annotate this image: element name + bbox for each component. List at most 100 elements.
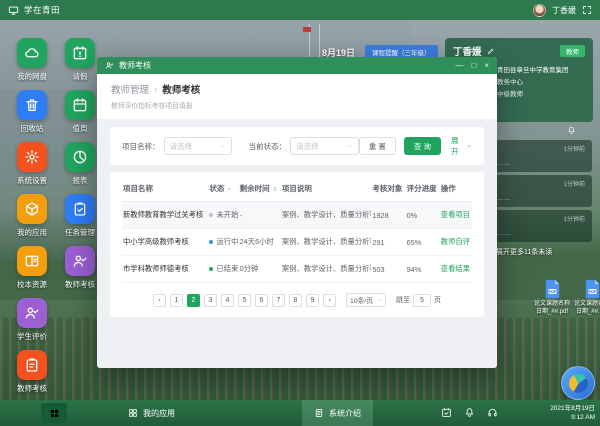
desktop-icon-my-cloud-drive[interactable]: 我的网盘 xyxy=(10,38,54,82)
cell-progress: 94% xyxy=(406,256,440,283)
expand-filters-link[interactable]: 展开 xyxy=(451,135,472,157)
pie-icon xyxy=(65,142,95,172)
page-button-9[interactable]: 9 xyxy=(306,294,319,307)
cell-progress: 65% xyxy=(406,229,440,256)
sort-icon[interactable] xyxy=(404,186,405,192)
column-header[interactable]: 评分进度 xyxy=(406,176,440,202)
cell-description: 案例、教学设计、质量分析等... xyxy=(281,202,372,229)
profile-dept: 教务中心 xyxy=(497,78,569,88)
svg-text:PDF: PDF xyxy=(588,290,596,294)
taskbar-item-my-apps[interactable]: 我的应用 xyxy=(116,400,187,426)
taskbar-item-system-intro[interactable]: 系统介绍 xyxy=(302,400,373,426)
per-page-select[interactable]: 10条/页 xyxy=(346,293,386,307)
desktop-icon-system-settings[interactable]: 系统设置 xyxy=(10,142,54,186)
document-icon xyxy=(314,408,324,418)
headphones-icon[interactable] xyxy=(487,407,498,418)
taskbar-clock: 2021年8月19日 9:12 AM xyxy=(550,404,595,422)
page-button-6[interactable]: 6 xyxy=(255,294,268,307)
assessment-table: 项目名称状态剩余时间项目说明考核对象评分进度操作 新教师教育教学过关考核未开始-… xyxy=(122,176,472,283)
breadcrumb: 教师管理 › 教师考核 xyxy=(111,82,483,96)
page-button-1[interactable]: 1 xyxy=(170,294,183,307)
next-page-button[interactable]: › xyxy=(323,294,336,307)
breadcrumb-parent[interactable]: 教师管理 xyxy=(111,82,149,96)
page-button-4[interactable]: 4 xyxy=(221,294,234,307)
page-button-7[interactable]: 7 xyxy=(272,294,285,307)
page-button-2[interactable]: 2 xyxy=(187,294,200,307)
desktop-icon-teacher-assessment[interactable]: 教师考核 xyxy=(58,246,102,290)
calendar-check-icon[interactable] xyxy=(441,407,452,418)
filter-icon[interactable] xyxy=(226,186,232,192)
status-select[interactable]: 请选择 xyxy=(290,137,359,155)
cell-remaining-time: - xyxy=(239,202,281,229)
desktop-file-pdf[interactable]: PDF 论文课题名称日期_##.pdf xyxy=(532,279,572,317)
column-header[interactable]: 剩余时间 xyxy=(239,176,281,202)
browser-logo[interactable] xyxy=(561,366,595,400)
cell-status: 运行中 xyxy=(208,229,238,256)
desktop-icon-duty-week[interactable]: 值周 xyxy=(58,90,102,134)
project-name-select[interactable]: 请选择 xyxy=(164,137,233,155)
expand-unread-link[interactable]: 展开更多11条未读 xyxy=(496,247,592,257)
file-name: 论文课题名称日期_##.pdf xyxy=(534,301,570,317)
table-row: 中小学高级教师考核运行中24天6小时案例、教学设计、质量分析等...29165%… xyxy=(122,229,472,256)
jump-suffix: 页 xyxy=(434,295,441,305)
maximize-button[interactable]: □ xyxy=(471,62,476,70)
trash-icon xyxy=(17,90,47,120)
action-link[interactable]: 教师自评 xyxy=(441,237,470,246)
page-button-3[interactable]: 3 xyxy=(204,294,217,307)
status-label: 当前状态： xyxy=(249,141,287,152)
sort-icon[interactable] xyxy=(439,186,440,192)
action-link[interactable]: 查看项目 xyxy=(441,210,470,219)
desktop-icon-label: 报表 xyxy=(73,175,88,186)
calendar-alert-icon xyxy=(65,38,95,68)
close-button[interactable]: × xyxy=(484,62,489,70)
clock-time: 9:12 AM xyxy=(550,413,595,422)
desktop-icon-leave-request[interactable]: 请假 xyxy=(58,38,102,82)
desktop-icon-school-resources[interactable]: 校本资源 xyxy=(10,246,54,290)
window-titlebar[interactable]: 教师考核 — □ × xyxy=(97,57,497,74)
reset-button[interactable]: 重 置 xyxy=(359,137,396,155)
jump-label: 跳至 xyxy=(396,295,410,305)
clock-date: 2021年8月19日 xyxy=(550,404,595,413)
desktop-icon-my-apps[interactable]: 我的应用 xyxy=(10,194,54,238)
desktop-icon-recycle-bin[interactable]: 回收站 xyxy=(10,90,54,134)
prev-page-button[interactable]: ‹ xyxy=(153,294,166,307)
desktop-icon-label: 教师考核 xyxy=(17,383,47,394)
minimize-button[interactable]: — xyxy=(455,62,463,70)
column-header: 项目名称 xyxy=(122,176,208,202)
page-header: 教师管理 › 教师考核 教师评价指标考核项目填报 xyxy=(97,74,497,119)
edit-profile-icon[interactable] xyxy=(487,47,495,55)
desktop-file-pdf[interactable]: PDF论文课题名称日期_##.pdf xyxy=(572,279,600,317)
action-link[interactable]: 查看结果 xyxy=(441,264,470,273)
filter-bar: 项目名称： 请选择 当前状态： 请选择 重 置 查 询 展开 xyxy=(110,127,484,165)
column-header[interactable]: 考核对象 xyxy=(371,176,405,202)
fullscreen-icon[interactable] xyxy=(582,5,592,15)
status-dot xyxy=(209,240,213,244)
pdf-file-icon: PDF xyxy=(584,279,600,299)
bell-icon[interactable] xyxy=(464,407,475,418)
desktop-icon-task-management[interactable]: 任务管理 xyxy=(58,194,102,238)
status-dot xyxy=(209,267,213,271)
desktop-icon-label: 值周 xyxy=(73,123,88,134)
desktop-icon-teacher-review[interactable]: 教师考核 xyxy=(10,350,54,394)
chevron-down-icon xyxy=(220,143,226,149)
desktop-icon-student-evaluation[interactable]: 学生评价 xyxy=(10,298,54,342)
column-header[interactable]: 状态 xyxy=(208,176,238,202)
monitor-icon xyxy=(8,5,19,16)
page-button-8[interactable]: 8 xyxy=(289,294,302,307)
user-avatar[interactable] xyxy=(533,4,546,17)
notifications-bell-icon[interactable] xyxy=(567,126,576,135)
window-title: 教师考核 xyxy=(119,60,151,71)
breadcrumb-separator: › xyxy=(154,84,157,95)
sort-icon[interactable] xyxy=(272,186,278,192)
page-button-5[interactable]: 5 xyxy=(238,294,251,307)
clipboard-icon xyxy=(17,350,47,380)
start-button[interactable] xyxy=(41,403,67,423)
desktop-icon-reports[interactable]: 报表 xyxy=(58,142,102,186)
breadcrumb-current: 教师考核 xyxy=(162,82,200,96)
cell-target-count: 503 xyxy=(371,256,405,283)
column-header: 操作 xyxy=(440,176,472,202)
jump-page-input[interactable] xyxy=(413,294,431,307)
column-header: 项目说明 xyxy=(281,176,372,202)
search-button[interactable]: 查 询 xyxy=(404,137,441,155)
pdf-file-icon: PDF xyxy=(544,279,561,299)
